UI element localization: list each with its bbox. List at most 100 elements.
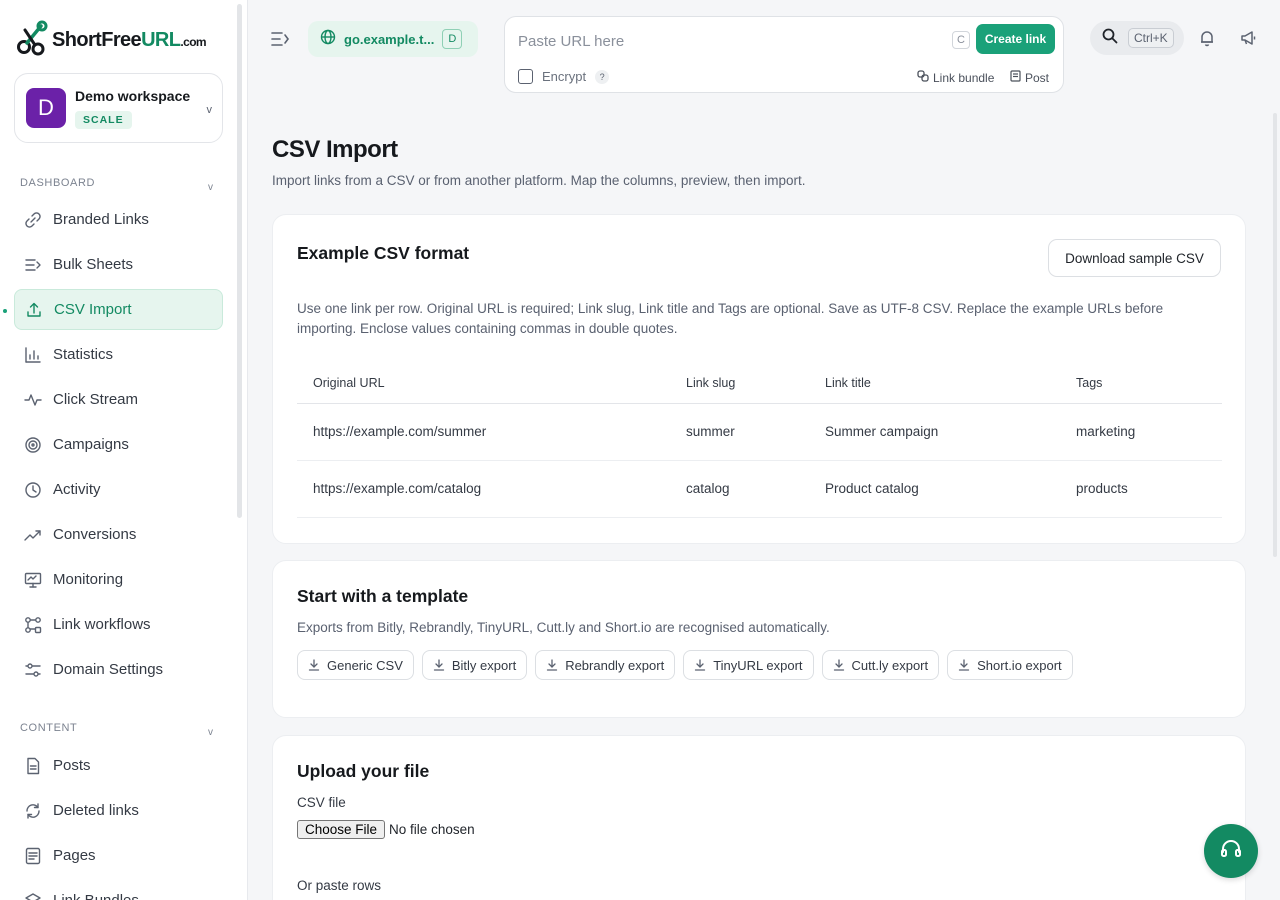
encrypt-checkbox[interactable] — [518, 69, 533, 84]
template-label: Rebrandly export — [565, 657, 665, 673]
upload-card: Upload your file CSV file Choose File No… — [272, 735, 1246, 900]
table-cell: https://example.com/catalog — [297, 460, 670, 518]
brand-logo[interactable]: ShortFreeURL.com — [16, 20, 207, 61]
collapse-dashboard-chevron-icon[interactable]: v — [208, 182, 213, 193]
upload-icon — [25, 301, 43, 319]
support-chat-button[interactable] — [1204, 824, 1258, 878]
sidebar-item-label: Monitoring — [53, 571, 124, 588]
workspace-name: Demo workspace — [75, 88, 191, 104]
shortcut-key-hint: C — [952, 31, 970, 49]
sidebar-item-link-bundles[interactable]: Link Bundles — [14, 880, 223, 900]
download-icon — [694, 659, 706, 671]
sidebar-item-link-workflows[interactable]: Link workflows — [14, 604, 223, 645]
template-button[interactable]: Cutt.ly export — [821, 650, 940, 680]
sidebar-item-statistics[interactable]: Statistics — [14, 334, 223, 375]
globe-icon — [320, 29, 336, 50]
workflow-icon — [24, 616, 42, 634]
post-button[interactable]: Post — [1010, 70, 1049, 85]
sidebar-item-bulk-sheets[interactable]: Bulk Sheets — [14, 244, 223, 285]
link-bundle-button[interactable]: Link bundle — [917, 70, 994, 85]
url-input[interactable] — [518, 31, 938, 51]
sidebar-item-label: Posts — [53, 757, 91, 774]
template-card-title: Start with a template — [297, 586, 469, 606]
template-buttons: Generic CSV Bitly export Rebrandly export T… — [297, 650, 1073, 680]
column-header: Tags — [1060, 363, 1222, 404]
table-cell: https://example.com/summer — [297, 403, 670, 461]
sidebar-item-csv-import[interactable]: CSV Import — [14, 289, 223, 330]
sidebar-item-label: Deleted links — [53, 802, 139, 819]
megaphone-icon[interactable] — [1239, 29, 1257, 52]
sidebar-item-label: Domain Settings — [53, 661, 164, 678]
sidebar-item-label: Statistics — [53, 346, 114, 363]
sidebar-item-monitoring[interactable]: Monitoring — [14, 559, 223, 600]
monitor-icon — [24, 571, 42, 589]
template-button[interactable]: TinyURL export — [683, 650, 814, 680]
sidebar-item-posts[interactable]: Posts — [14, 745, 223, 786]
collapse-content-chevron-icon[interactable]: v — [208, 727, 213, 738]
help-icon[interactable]: ? — [595, 69, 610, 84]
sliders-icon — [24, 661, 42, 679]
table-header-row: Original URL Link slug Link title Tags — [297, 363, 1222, 404]
sidebar: ShortFreeURL.com D Demo workspace SCALE … — [0, 0, 248, 900]
sidebar-item-activity[interactable]: Activity — [14, 469, 223, 510]
search-shortcut: Ctrl+K — [1128, 28, 1174, 48]
main-scrollbar[interactable] — [1273, 113, 1277, 557]
template-label: Generic CSV — [327, 657, 403, 673]
template-button[interactable]: Short.io export — [947, 650, 1073, 680]
example-description: Use one link per row. Original URL is re… — [297, 301, 1164, 336]
template-label: Bitly export — [451, 657, 517, 673]
template-label: TinyURL export — [713, 657, 803, 673]
sidebar-item-label: Branded Links — [53, 211, 149, 228]
encrypt-label: Encrypt — [542, 69, 587, 84]
pages-icon — [24, 847, 42, 865]
post-label: Post — [1025, 70, 1050, 85]
domain-selector[interactable]: go.example.t... D — [308, 21, 478, 57]
template-label: Short.io export — [977, 657, 1062, 673]
target-icon — [24, 436, 42, 454]
active-indicator-dot — [3, 309, 7, 313]
sidebar-item-campaigns[interactable]: Campaigns — [14, 424, 223, 465]
plan-badge: SCALE — [75, 111, 132, 129]
sidebar-item-label: Bulk Sheets — [53, 256, 134, 273]
workspace-switcher[interactable]: D Demo workspace SCALE v — [14, 73, 223, 143]
clock-icon — [24, 481, 42, 499]
template-button[interactable]: Generic CSV — [297, 650, 414, 680]
column-header: Link slug — [670, 363, 809, 404]
scissors-link-icon — [16, 20, 50, 61]
sidebar-item-branded-links[interactable]: Branded Links — [14, 199, 223, 240]
table-cell: marketing — [1060, 403, 1222, 461]
table-cell: Summer campaign — [809, 403, 1060, 461]
bell-icon[interactable] — [1198, 29, 1216, 52]
domain-label: go.example.t... — [344, 31, 435, 47]
sidebar-item-deleted-links[interactable]: Deleted links — [14, 790, 223, 831]
file-status: No file chosen — [389, 822, 475, 837]
section-header-content: CONTENT — [20, 722, 78, 734]
sidebar-item-domain-settings[interactable]: Domain Settings — [14, 649, 223, 690]
headset-icon — [1219, 837, 1243, 866]
section-header-dashboard: DASHBOARD — [20, 177, 96, 189]
create-link-button[interactable]: Create link — [976, 24, 1055, 54]
sidebar-item-pages[interactable]: Pages — [14, 835, 223, 876]
example-card-title: Example CSV format — [297, 243, 470, 263]
table-row: https://example.com/catalog catalog Prod… — [297, 460, 1222, 518]
pulse-icon — [24, 391, 42, 409]
sidebar-item-click-stream[interactable]: Click Stream — [14, 379, 223, 420]
column-header: Original URL — [297, 363, 670, 404]
page-subtitle: Import links from a CSV or from another … — [272, 173, 806, 188]
sidebar-toggle-icon[interactable] — [270, 30, 290, 48]
search-button[interactable]: Ctrl+K — [1090, 21, 1184, 55]
choose-file-button[interactable]: Choose File — [297, 820, 386, 839]
table-cell: summer — [670, 403, 809, 461]
sidebar-item-conversions[interactable]: Conversions — [14, 514, 223, 555]
domain-badge: D — [442, 29, 463, 49]
table-cell: products — [1060, 460, 1222, 518]
template-button[interactable]: Bitly export — [421, 650, 528, 680]
sidebar-scrollbar[interactable] — [237, 4, 242, 518]
download-icon — [833, 659, 845, 671]
download-sample-button[interactable]: Download sample CSV — [1048, 239, 1221, 277]
table-cell: Product catalog — [809, 460, 1060, 518]
workspace-avatar: D — [26, 88, 66, 128]
layers-icon — [24, 892, 42, 900]
sidebar-item-label: Activity — [53, 481, 101, 498]
template-button[interactable]: Rebrandly export — [535, 650, 676, 680]
